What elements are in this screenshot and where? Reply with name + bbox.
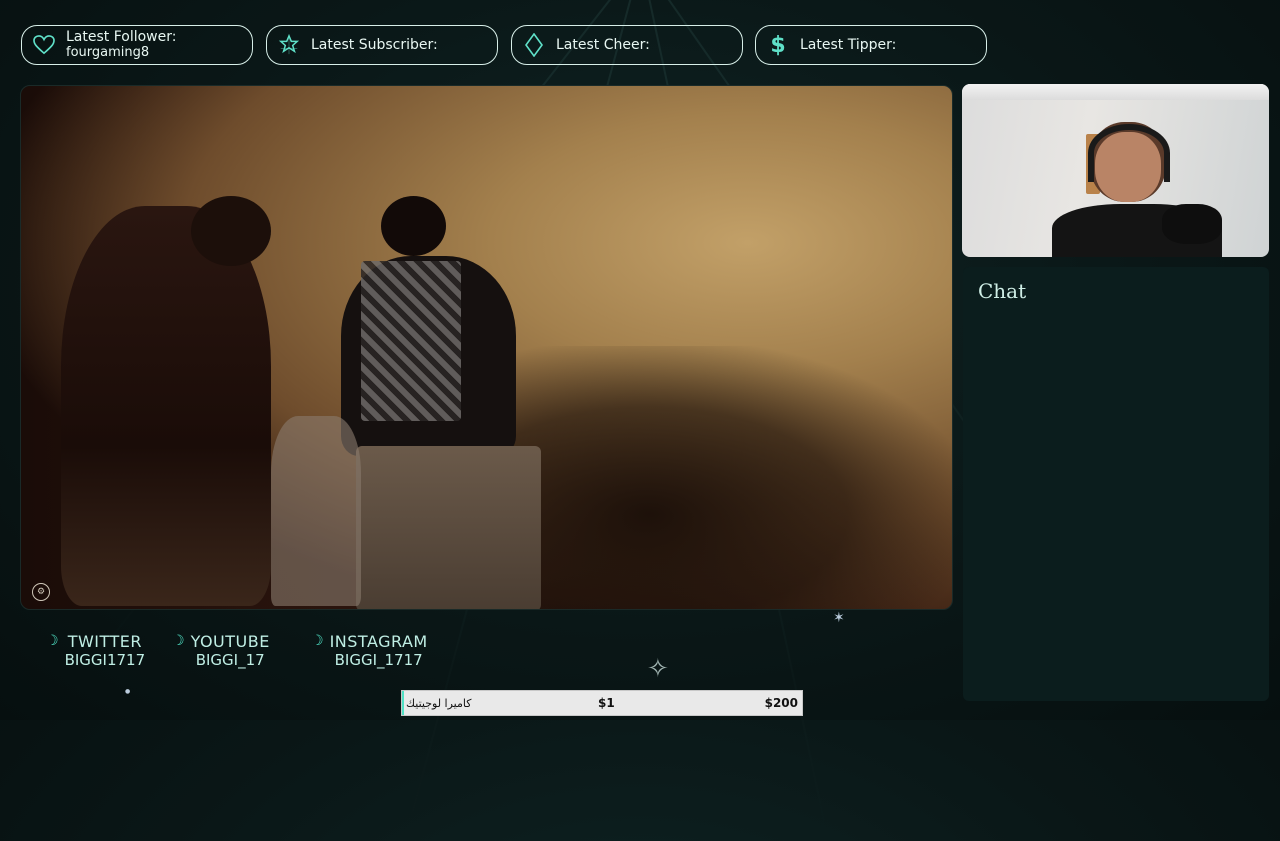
chat-title: Chat [978,279,1027,303]
crescent-icon: ☽ [311,633,324,649]
donation-current: $1 [598,696,615,710]
alert-label: Latest Cheer: [556,36,650,53]
social-instagram: ☽ INSTAGRAM BIGGI_1717 [311,632,428,669]
latest-subscriber-box: Latest Subscriber: [266,25,498,65]
diamond-icon [520,31,548,59]
microphone-icon [1162,204,1222,244]
latest-cheer-box: Latest Cheer: [511,25,743,65]
donation-goal-label: كاميرا لوجيتيك [406,696,472,710]
social-name: YOUTUBE [190,632,270,651]
heart-icon [30,31,58,59]
character-left [61,206,271,606]
latest-follower-box: Latest Follower: fourgaming8 [21,25,253,65]
social-name: INSTAGRAM [329,632,428,651]
ceiling [962,84,1269,100]
donation-progress-fill [402,691,404,715]
shirt-print [361,261,461,421]
social-youtube: ☽ YOUTUBE BIGGI_17 [172,632,270,669]
latest-tipper-box: $ Latest Tipper: [755,25,987,65]
social-name: TWITTER [67,632,142,651]
alert-value: fourgaming8 [66,45,150,60]
dollar-icon: $ [770,32,786,58]
headset-icon [1088,124,1170,182]
crescent-icon: ☽ [172,633,185,649]
social-handle: BIGGI_17 [195,651,265,669]
alert-label: Latest Subscriber: [311,36,438,53]
alert-label: Latest Follower: [66,29,177,45]
alert-label: Latest Tipper: [800,36,897,53]
character-left-head [191,196,271,266]
sparkle-dot: ● [125,688,131,695]
donation-target: $200 [764,696,798,710]
character-middle-legs [356,446,541,609]
webcam-feed [962,84,1269,257]
game-capture: ⚙ [20,85,953,610]
social-twitter: ☽ TWITTER BIGGI1717 [46,632,145,669]
crescent-icon: ☽ [46,633,59,649]
chat-panel: Chat [963,267,1269,701]
character-light-cloth [271,416,361,606]
sparkle-icon: ✶ [833,610,845,626]
sparkle-icon: ✧ [647,654,669,684]
star-icon [275,31,303,59]
character-middle-head [381,196,446,256]
game-watermark-icon: ⚙ [32,583,50,601]
donation-goal-bar: كاميرا لوجيتيك $1 $200 [401,690,803,716]
social-handle: BIGGI_1717 [334,651,423,669]
social-handle: BIGGI1717 [64,651,146,669]
